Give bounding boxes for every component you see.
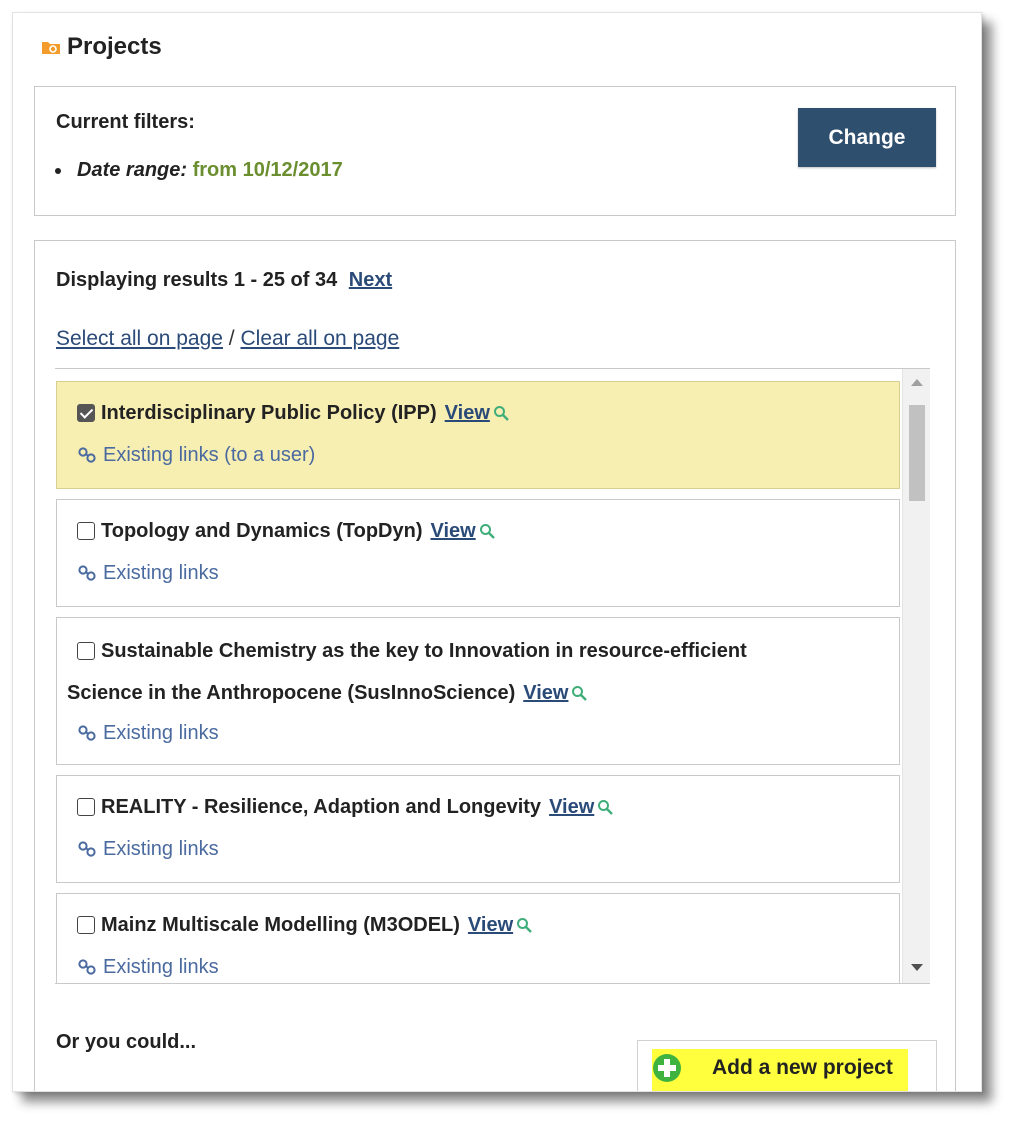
selection-controls: Select all on page / Clear all on page: [56, 327, 399, 351]
projects-panel: Projects Current filters: Date range: fr…: [12, 12, 982, 1092]
project-item[interactable]: Interdisciplinary Public Policy (IPP) Vie…: [56, 381, 900, 489]
magnifier-icon: [517, 918, 532, 933]
view-link[interactable]: View: [445, 402, 490, 424]
filter-key: Date range:: [77, 159, 188, 181]
chain-link-icon: [78, 725, 96, 741]
filters-heading: Current filters:: [56, 111, 195, 133]
project-title: Mainz Multiscale Modelling (M3ODEL): [101, 914, 460, 936]
filter-value: from 10/12/2017: [192, 159, 343, 181]
scroll-thumb[interactable]: [909, 405, 925, 501]
view-link[interactable]: View: [468, 914, 513, 936]
project-checkbox[interactable]: [77, 404, 95, 422]
project-title: REALITY - Resilience, Adaption and Longe…: [101, 796, 542, 818]
view-link[interactable]: View: [523, 682, 568, 704]
selection-separator: /: [222, 327, 241, 350]
project-title-row: Mainz Multiscale Modelling (M3ODEL) View: [77, 906, 532, 944]
add-new-project-button[interactable]: Add a new project: [637, 1040, 937, 1091]
existing-links-text: Existing links (to a user): [103, 444, 316, 466]
magnifier-icon: [572, 686, 588, 701]
existing-links[interactable]: Existing links: [77, 722, 219, 745]
list-scrollbar[interactable]: [902, 369, 930, 983]
chain-link-icon: [78, 447, 96, 463]
existing-links-text: Existing links: [103, 838, 219, 860]
existing-links[interactable]: Existing links (to a user): [77, 444, 315, 467]
clear-all-link[interactable]: Clear all on page: [240, 327, 399, 350]
project-checkbox[interactable]: [77, 522, 95, 540]
project-checkbox[interactable]: [77, 642, 95, 660]
existing-links[interactable]: Existing links: [77, 562, 219, 585]
results-count: Displaying results 1 - 25 of 34 Next: [56, 269, 392, 292]
current-filters-box: Current filters: Date range: from 10/12/…: [34, 86, 956, 216]
folder-icon: [42, 42, 60, 54]
view-link[interactable]: View: [430, 520, 475, 542]
project-item[interactable]: REALITY - Resilience, Adaption and Longe…: [56, 775, 900, 883]
project-item[interactable]: Sustainable Chemistry as the key to Inno…: [56, 617, 900, 765]
change-filters-button[interactable]: Change: [798, 108, 936, 167]
existing-links[interactable]: Existing links: [77, 838, 219, 861]
magnifier-icon: [493, 406, 509, 421]
project-title-line2: Science in the Anthropocene (SusInnoScie…: [67, 682, 516, 704]
results-count-text: Displaying results 1 - 25 of 34: [56, 269, 338, 291]
scroll-up-arrow-icon[interactable]: [911, 379, 923, 386]
plus-circle-icon: [653, 1054, 681, 1082]
project-title-row: Sustainable Chemistry as the key to Inno…: [77, 632, 747, 670]
chain-link-icon: [78, 565, 96, 581]
project-item[interactable]: Topology and Dynamics (TopDyn) View Exist…: [56, 499, 900, 607]
project-title: Interdisciplinary Public Policy (IPP): [101, 402, 437, 424]
project-checkbox[interactable]: [77, 798, 95, 816]
filter-date-range: Date range: from 10/12/2017: [73, 159, 343, 182]
project-item[interactable]: Mainz Multiscale Modelling (M3ODEL) View …: [56, 893, 900, 983]
project-title-row: REALITY - Resilience, Adaption and Longe…: [77, 788, 614, 826]
project-title-row: Interdisciplinary Public Policy (IPP) Vie…: [77, 394, 509, 432]
project-title-row: Topology and Dynamics (TopDyn) View: [77, 512, 495, 550]
magnifier-icon: [479, 524, 495, 539]
filters-list: Date range: from 10/12/2017: [73, 159, 343, 182]
project-list: Interdisciplinary Public Policy (IPP) Vie…: [55, 368, 930, 984]
project-title: Topology and Dynamics (TopDyn): [101, 520, 423, 542]
panel-title: Projects: [41, 33, 162, 61]
existing-links-text: Existing links: [103, 562, 219, 584]
chain-link-icon: [78, 959, 96, 975]
project-title-line1: Sustainable Chemistry as the key to Inno…: [101, 640, 747, 662]
scroll-down-arrow-icon[interactable]: [911, 964, 923, 971]
add-new-project-label: Add a new project: [712, 1056, 893, 1079]
project-title-row-2: Science in the Anthropocene (SusInnoScie…: [67, 674, 588, 712]
chain-link-icon: [78, 841, 96, 857]
view-link[interactable]: View: [549, 796, 594, 818]
existing-links[interactable]: Existing links: [77, 956, 219, 979]
select-all-link[interactable]: Select all on page: [56, 327, 223, 350]
panel-title-text: Projects: [67, 33, 162, 60]
or-you-could-label: Or you could...: [56, 1031, 197, 1053]
project-checkbox[interactable]: [77, 916, 95, 934]
magnifier-icon: [598, 800, 614, 815]
existing-links-text: Existing links: [103, 722, 219, 744]
results-box: Displaying results 1 - 25 of 34 Next Sel…: [34, 240, 956, 1091]
next-page-link[interactable]: Next: [349, 269, 392, 291]
existing-links-text: Existing links: [103, 956, 219, 978]
